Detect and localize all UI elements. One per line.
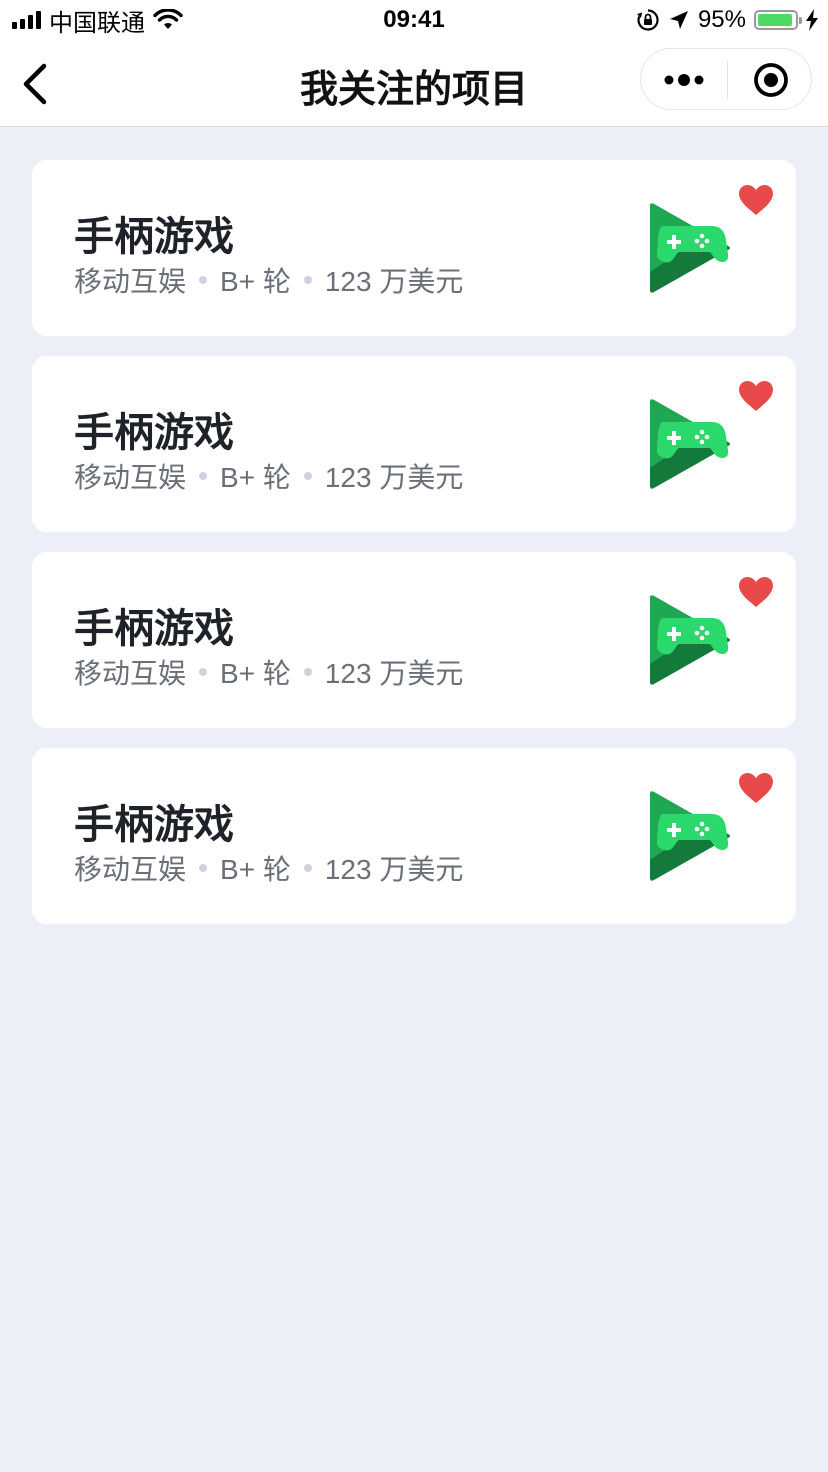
separator-dot [199, 276, 208, 284]
project-amount: 123 万美元 [324, 266, 464, 297]
project-category: 移动互娱 [74, 854, 187, 885]
game-controller-play-logo-icon [650, 399, 730, 489]
more-dots-icon [664, 74, 704, 86]
project-meta: 移动互娱 B+ 轮 123 万美元 [74, 456, 463, 496]
battery-fill [758, 14, 793, 26]
game-controller-play-logo-icon [650, 791, 730, 881]
mini-program-capsule [640, 48, 812, 110]
status-right: 95% [636, 6, 828, 34]
project-amount: 123 万美元 [324, 854, 464, 885]
separator-dot [199, 668, 208, 676]
charging-bolt-icon [806, 9, 818, 31]
separator-dot [199, 472, 208, 480]
project-title: 手柄游戏 [74, 607, 234, 651]
project-title: 手柄游戏 [74, 411, 234, 455]
favorite-heart-icon[interactable] [738, 772, 774, 804]
status-bar: 中国联通 09:41 95% [0, 0, 828, 40]
battery-icon [754, 10, 802, 30]
close-mini-program-button[interactable] [753, 62, 789, 98]
project-title: 手柄游戏 [74, 803, 234, 847]
project-category: 移动互娱 [74, 658, 187, 689]
location-arrow-icon [669, 11, 688, 29]
project-category: 移动互娱 [74, 266, 187, 297]
project-round: B+ 轮 [220, 658, 291, 689]
project-title: 手柄游戏 [74, 215, 234, 259]
capsule-divider [727, 61, 728, 99]
separator-dot [303, 864, 312, 872]
project-meta: 移动互娱 B+ 轮 123 万美元 [74, 848, 463, 888]
project-meta: 移动互娱 B+ 轮 123 万美元 [74, 652, 463, 692]
favorite-heart-icon[interactable] [738, 576, 774, 608]
more-button[interactable] [663, 63, 705, 97]
project-card[interactable]: 手柄游戏 移动互娱 B+ 轮 123 万美元 [32, 748, 796, 924]
project-amount: 123 万美元 [324, 462, 464, 493]
project-category: 移动互娱 [74, 462, 187, 493]
status-left: 中国联通 [0, 3, 183, 38]
battery-cap [799, 17, 802, 24]
project-round: B+ 轮 [220, 266, 291, 297]
separator-dot [303, 668, 312, 676]
project-round: B+ 轮 [220, 854, 291, 885]
favorite-heart-icon[interactable] [738, 380, 774, 412]
project-card[interactable]: 手柄游戏 移动互娱 B+ 轮 123 万美元 [32, 552, 796, 728]
game-controller-play-logo-icon [650, 595, 730, 685]
separator-dot [199, 864, 208, 872]
signal-icon [12, 11, 41, 29]
separator-dot [303, 276, 312, 284]
favorite-heart-icon[interactable] [738, 184, 774, 216]
project-list: 手柄游戏 移动互娱 B+ 轮 123 万美元 手柄游戏 移动互娱 B+ 轮 12… [32, 160, 796, 944]
project-card[interactable]: 手柄游戏 移动互娱 B+ 轮 123 万美元 [32, 160, 796, 336]
project-amount: 123 万美元 [324, 658, 464, 689]
project-meta: 移动互娱 B+ 轮 123 万美元 [74, 260, 463, 300]
project-card[interactable]: 手柄游戏 移动互娱 B+ 轮 123 万美元 [32, 356, 796, 532]
battery-percent: 95% [697, 6, 746, 33]
game-controller-play-logo-icon [650, 203, 730, 293]
separator-dot [303, 472, 312, 480]
target-circle-icon [754, 63, 788, 97]
orientation-lock-icon [636, 9, 659, 31]
navigation-bar: 我关注的项目 [0, 40, 828, 127]
wifi-icon [153, 9, 183, 29]
project-round: B+ 轮 [220, 462, 291, 493]
carrier-label: 中国联通 [49, 9, 145, 37]
